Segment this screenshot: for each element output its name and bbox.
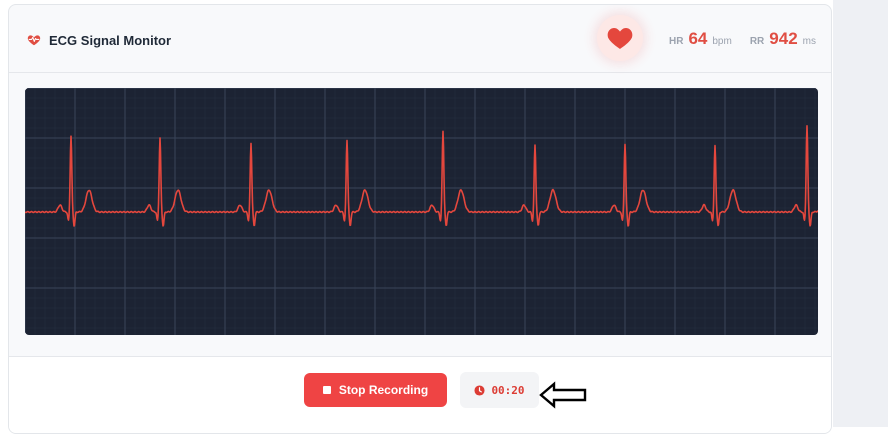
recording-timer: 00:20: [460, 372, 539, 408]
stop-square-icon: [322, 386, 331, 394]
heartbeat-indicator: [597, 15, 643, 61]
heart-icon: [607, 26, 633, 50]
ecg-waveform-display: [25, 88, 818, 335]
rr-label: RR: [749, 36, 765, 47]
arrow-left-outline-icon: [539, 381, 587, 409]
card-footer: Stop Recording 00:20: [9, 356, 831, 433]
hr-label: HR: [669, 36, 684, 47]
ecg-waveform-canvas: [25, 88, 818, 335]
stop-recording-button[interactable]: Stop Recording: [304, 373, 447, 407]
timer-value: 00:20: [491, 383, 525, 397]
card-header: ECG Signal Monitor HR 64 bpm RR 942 ms: [9, 5, 831, 73]
clock-icon: [474, 384, 485, 396]
ecg-monitor-card: ECG Signal Monitor HR 64 bpm RR 942 ms S…: [8, 4, 832, 434]
heart-pulse-icon: [27, 33, 41, 47]
right-background-strip: [833, 0, 888, 427]
ecg-trace-line: [25, 125, 818, 227]
page-title: ECG Signal Monitor: [49, 32, 172, 48]
hr-unit: bpm: [712, 36, 732, 47]
stop-recording-label: Stop Recording: [338, 383, 429, 397]
vitals-readout: HR 64 bpm RR 942 ms: [669, 29, 816, 49]
rr-interval-readout: RR 942 ms: [750, 29, 816, 49]
heart-rate-readout: HR 64 bpm: [669, 29, 732, 49]
rr-unit: ms: [802, 36, 816, 47]
title-group: ECG Signal Monitor: [27, 31, 171, 49]
rr-value: 942: [769, 29, 798, 48]
hr-value: 64: [688, 29, 708, 48]
